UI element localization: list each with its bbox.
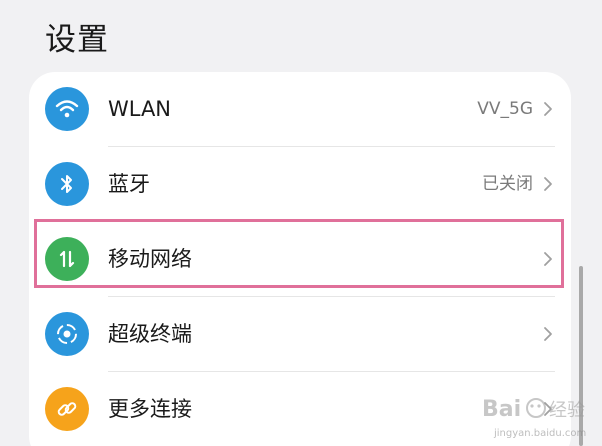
svg-text:经验: 经验 — [549, 400, 585, 421]
highlight-box — [34, 219, 564, 288]
svg-text:Bai: Bai — [482, 397, 521, 422]
settings-item-wlan[interactable]: WLAN VV_5G — [29, 72, 571, 146]
watermark-url: jingyan.baidu.com — [493, 428, 586, 439]
baidu-watermark-logo: Bai 经验 jingyan.baidu.com — [482, 397, 586, 439]
super-device-icon — [45, 312, 89, 356]
settings-item-label: 超级终端 — [108, 322, 192, 346]
settings-item-value: 已关闭 — [482, 174, 533, 194]
settings-item-super-device[interactable]: 超级终端 — [29, 297, 571, 371]
settings-item-value: VV_5G — [477, 99, 533, 119]
chevron-right-icon — [544, 102, 552, 116]
link-icon — [45, 387, 89, 431]
chevron-right-icon — [544, 327, 552, 341]
settings-item-label: WLAN — [108, 97, 172, 121]
settings-item-bluetooth[interactable]: 蓝牙 已关闭 — [29, 147, 571, 221]
bluetooth-icon — [45, 162, 89, 206]
settings-item-label: 更多连接 — [108, 397, 192, 421]
chevron-right-icon — [544, 177, 552, 191]
settings-screen: 设置 WLAN VV_5G 蓝牙 已关闭 移动网络 超级终端 更多连接 Bai … — [0, 0, 602, 446]
settings-item-label: 蓝牙 — [108, 172, 150, 196]
page-title: 设置 — [45, 22, 109, 58]
wifi-icon — [45, 87, 89, 131]
